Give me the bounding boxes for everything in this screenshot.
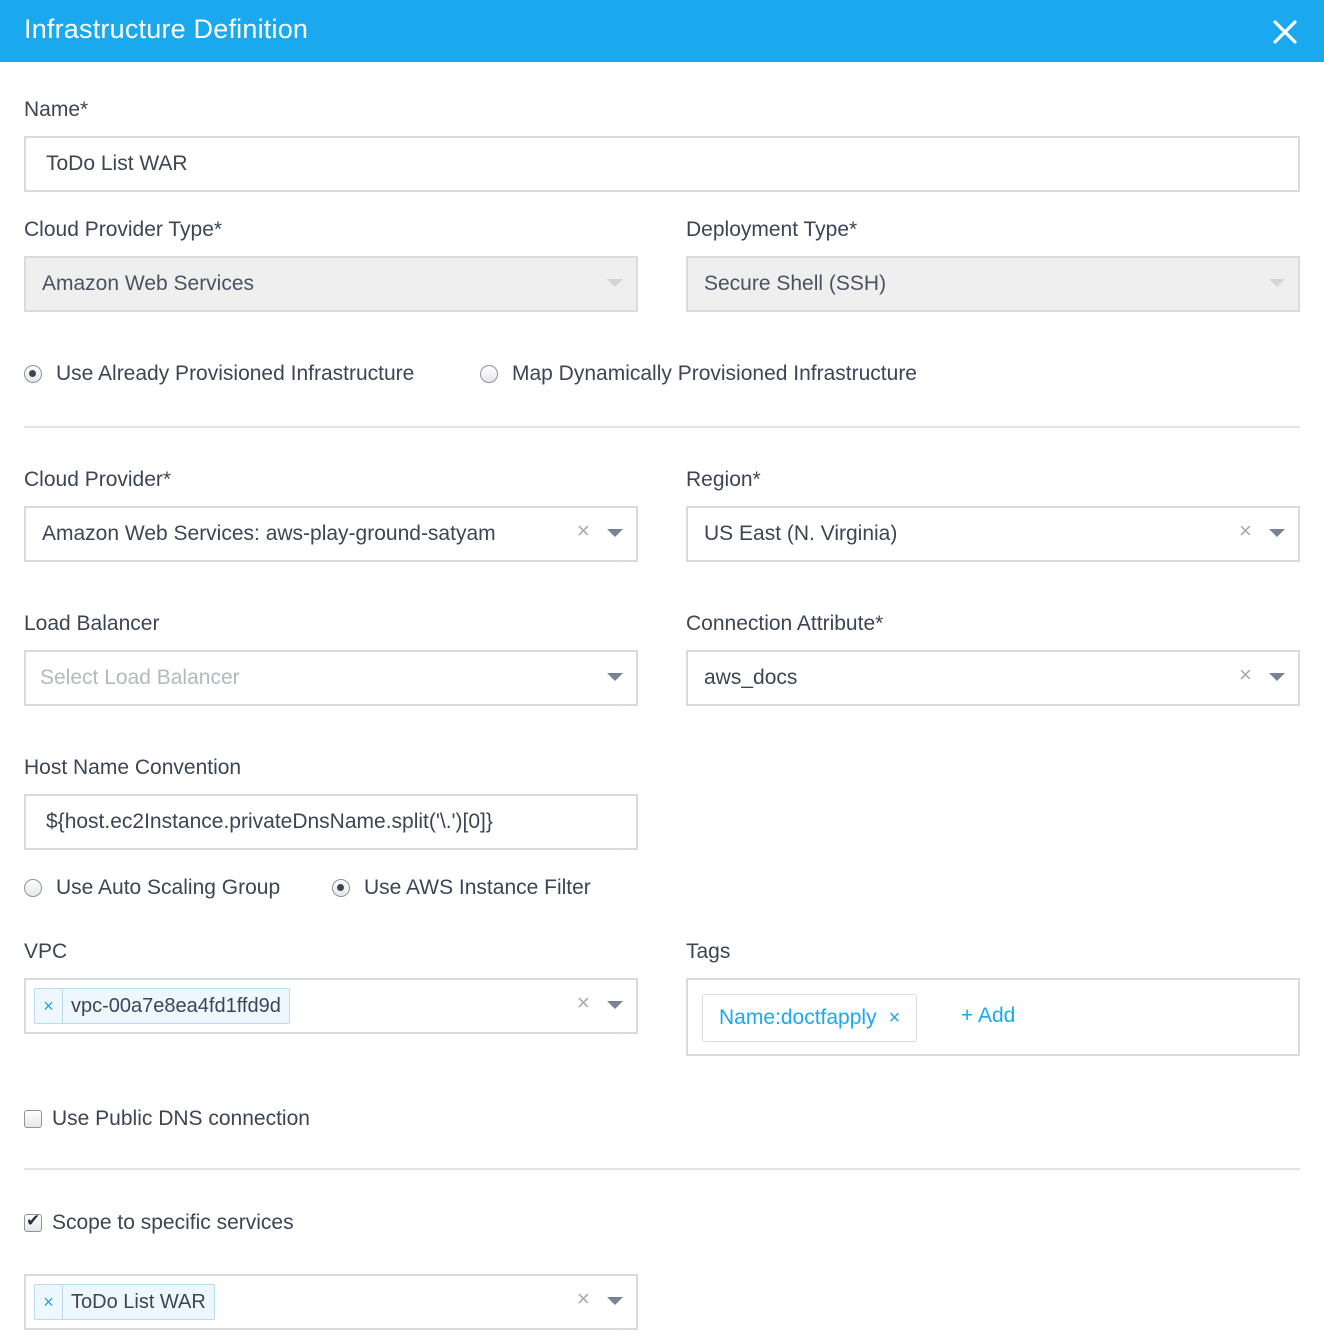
- deployment-type-value: Secure Shell (SSH): [704, 272, 887, 295]
- checkmark-icon: ✔: [26, 1211, 41, 1230]
- chevron-down-icon[interactable]: [1269, 673, 1285, 681]
- deployment-type-label: Deployment Type*: [686, 218, 858, 241]
- remove-tag-icon[interactable]: ×: [889, 1007, 901, 1030]
- cloud-provider-value: Amazon Web Services: aws-play-ground-sat…: [42, 522, 496, 545]
- radio-aws-instance-filter[interactable]: Use AWS Instance Filter: [332, 876, 591, 900]
- tag-pill[interactable]: Name:doctfapply ×: [702, 994, 918, 1042]
- public-dns-label: Use Public DNS connection: [52, 1107, 310, 1130]
- chevron-down-icon: [607, 279, 623, 287]
- vpc-label: VPC: [24, 940, 68, 963]
- cloud-provider-select[interactable]: Amazon Web Services: aws-play-ground-sat…: [24, 506, 638, 562]
- chevron-down-icon[interactable]: [607, 673, 623, 681]
- tag-pill-label: Name:doctfapply: [719, 1006, 877, 1029]
- chevron-down-icon[interactable]: [607, 1297, 623, 1305]
- tags-box: Name:doctfapply × + Add: [686, 978, 1300, 1056]
- services-multiselect[interactable]: × ToDo List WAR ×: [24, 1274, 638, 1330]
- host-name-convention-label: Host Name Convention: [24, 756, 242, 779]
- radio-map-dynamic-label: Map Dynamically Provisioned Infrastructu…: [512, 362, 917, 385]
- service-chip-label: ToDo List WAR: [71, 1290, 206, 1313]
- dialog-header: Infrastructure Definition: [0, 0, 1324, 62]
- region-value: US East (N. Virginia): [704, 522, 898, 545]
- region-label: Region*: [686, 468, 761, 491]
- connection-attribute-value: aws_docs: [704, 666, 798, 689]
- chevron-down-icon[interactable]: [607, 1001, 623, 1009]
- add-tag-link[interactable]: + Add: [961, 1004, 1015, 1028]
- host-name-convention-value: ${host.ec2Instance.privateDnsName.split(…: [46, 810, 493, 833]
- load-balancer-label: Load Balancer: [24, 612, 160, 635]
- radio-map-dynamic[interactable]: Map Dynamically Provisioned Infrastructu…: [480, 362, 917, 386]
- section-divider: [24, 1168, 1300, 1170]
- tags-label: Tags: [686, 940, 731, 963]
- remove-chip-icon[interactable]: ×: [35, 1285, 63, 1319]
- scope-services-label: Scope to specific services: [52, 1211, 294, 1234]
- service-chip[interactable]: × ToDo List WAR: [34, 1284, 215, 1320]
- radio-button[interactable]: [24, 879, 42, 897]
- name-input-value: ToDo List WAR: [46, 152, 188, 175]
- name-label: Name*: [24, 98, 89, 121]
- section-divider: [24, 426, 1300, 428]
- connection-attribute-select[interactable]: aws_docs ×: [686, 650, 1300, 706]
- radio-button[interactable]: [480, 365, 498, 383]
- dialog-title: Infrastructure Definition: [24, 14, 309, 44]
- clear-icon[interactable]: ×: [577, 1288, 590, 1310]
- clear-icon[interactable]: ×: [577, 992, 590, 1014]
- cloud-provider-type-label: Cloud Provider Type*: [24, 218, 223, 241]
- deployment-type-select: Secure Shell (SSH): [686, 256, 1300, 312]
- clear-icon[interactable]: ×: [1239, 664, 1252, 686]
- region-select[interactable]: US East (N. Virginia) ×: [686, 506, 1300, 562]
- cloud-provider-type-value: Amazon Web Services: [42, 272, 255, 295]
- connection-attribute-label: Connection Attribute*: [686, 612, 884, 635]
- radio-use-provisioned-label: Use Already Provisioned Infrastructure: [56, 362, 415, 385]
- chevron-down-icon: [1269, 279, 1285, 287]
- cloud-provider-type-select: Amazon Web Services: [24, 256, 638, 312]
- chevron-down-icon[interactable]: [1269, 529, 1285, 537]
- public-dns-checkbox[interactable]: [24, 1110, 42, 1128]
- scope-services-checkbox[interactable]: ✔: [24, 1211, 42, 1232]
- clear-icon[interactable]: ×: [1239, 520, 1252, 542]
- chevron-down-icon[interactable]: [607, 529, 623, 537]
- radio-aws-instance-filter-label: Use AWS Instance Filter: [364, 876, 591, 899]
- name-input[interactable]: ToDo List WAR: [24, 136, 1300, 192]
- radio-use-provisioned[interactable]: Use Already Provisioned Infrastructure: [24, 362, 414, 386]
- radio-auto-scaling-group-label: Use Auto Scaling Group: [56, 876, 281, 899]
- load-balancer-select[interactable]: Select Load Balancer: [24, 650, 638, 706]
- remove-chip-icon[interactable]: ×: [35, 989, 63, 1023]
- vpc-multiselect[interactable]: × vpc-00a7e8ea4fd1ffd9d ×: [24, 978, 638, 1034]
- vpc-chip[interactable]: × vpc-00a7e8ea4fd1ffd9d: [34, 988, 290, 1024]
- radio-auto-scaling-group[interactable]: Use Auto Scaling Group: [24, 876, 280, 900]
- cloud-provider-label: Cloud Provider*: [24, 468, 172, 491]
- radio-button-checked[interactable]: [24, 365, 42, 383]
- radio-button-checked[interactable]: [332, 879, 350, 897]
- host-name-convention-input[interactable]: ${host.ec2Instance.privateDnsName.split(…: [24, 794, 638, 850]
- close-icon[interactable]: [1270, 17, 1300, 47]
- load-balancer-placeholder: Select Load Balancer: [40, 666, 240, 689]
- clear-icon[interactable]: ×: [577, 520, 590, 542]
- vpc-chip-label: vpc-00a7e8ea4fd1ffd9d: [71, 994, 281, 1017]
